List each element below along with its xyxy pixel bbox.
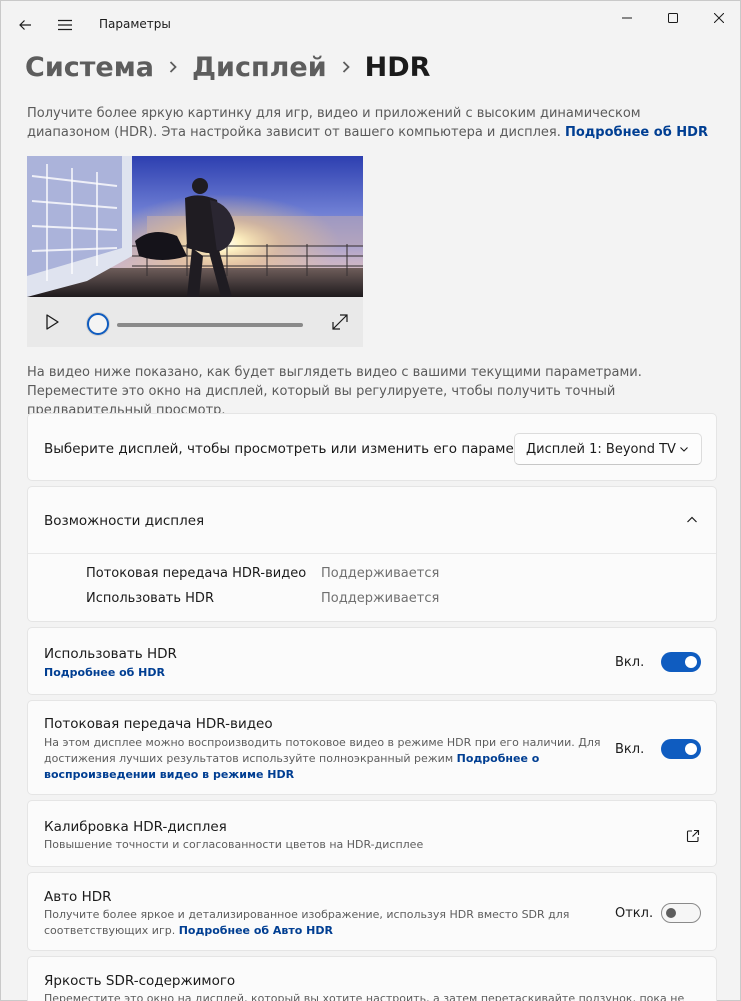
preview-note: На видео ниже показано, как будет выгляд…	[27, 365, 642, 418]
fullscreen-button[interactable]	[329, 311, 351, 333]
auto-hdr-card: Авто HDR Получите более яркое и детализи…	[27, 872, 717, 951]
display-capabilities-card: Возможности дисплея Потоковая передача H…	[27, 486, 717, 622]
seek-track[interactable]	[117, 323, 303, 327]
hamburger-icon	[58, 19, 72, 31]
capability-label: Использовать HDR	[86, 591, 214, 606]
play-button[interactable]	[41, 311, 63, 333]
play-icon	[46, 314, 59, 330]
app-title: Параметры	[99, 17, 171, 31]
capability-label: Потоковая передача HDR-видео	[86, 566, 307, 581]
sdr-brightness-card: Яркость SDR-содержимого Переместите это …	[27, 956, 717, 1001]
chevron-right-icon	[154, 60, 192, 74]
auto-hdr-learn-more-link[interactable]: Подробнее об Авто HDR	[179, 924, 333, 937]
toggle-knob	[666, 908, 676, 918]
toggle-knob	[685, 656, 697, 668]
use-hdr-state: Вкл.	[615, 655, 645, 670]
hdr-calibration-card[interactable]: Калибровка HDR-дисплея Повышение точност…	[27, 800, 717, 867]
divider	[28, 553, 716, 554]
close-button[interactable]	[697, 3, 741, 33]
use-hdr-card: Использовать HDR Подробнее об HDR Вкл.	[27, 627, 717, 695]
minimize-icon	[622, 17, 632, 19]
hdr-streaming-toggle[interactable]	[661, 739, 701, 759]
open-external-icon[interactable]	[685, 828, 701, 844]
arrow-left-icon	[19, 20, 31, 30]
use-hdr-learn-more-link[interactable]: Подробнее об HDR	[44, 665, 165, 681]
chevron-down-icon	[680, 447, 688, 452]
capability-value: Поддерживается	[321, 591, 440, 606]
hdr-streaming-description: На этом дисплее можно воспроизводить пот…	[44, 735, 604, 783]
auto-hdr-state: Откл.	[615, 906, 654, 921]
auto-hdr-toggle[interactable]	[661, 903, 701, 923]
use-hdr-toggle[interactable]	[661, 652, 701, 672]
maximize-icon	[668, 13, 678, 23]
hdr-calibration-description: Повышение точности и согласованности цве…	[44, 838, 424, 851]
breadcrumb-item-system[interactable]: Система	[25, 52, 154, 83]
chevron-right-icon	[327, 60, 365, 74]
expand-icon	[332, 314, 348, 330]
video-player-controls	[27, 297, 363, 347]
hdr-streaming-card: Потоковая передача HDR-видео На этом дис…	[27, 700, 717, 795]
breadcrumb-item-display[interactable]: Дисплей	[192, 52, 327, 83]
auto-hdr-title: Авто HDR	[44, 889, 112, 905]
auto-hdr-description: Получите более яркое и детализированное …	[44, 907, 584, 939]
maximize-button[interactable]	[651, 3, 695, 33]
toggle-knob	[685, 743, 697, 755]
navigation-menu-button[interactable]	[51, 11, 79, 39]
hdr-streaming-title: Потоковая передача HDR-видео	[44, 716, 273, 732]
back-button[interactable]	[11, 11, 39, 39]
seek-slider-thumb[interactable]	[87, 313, 109, 335]
display-dropdown-value: Дисплей 1: Beyond TV	[526, 441, 676, 457]
display-dropdown[interactable]: Дисплей 1: Beyond TV	[514, 433, 702, 465]
display-select-label: Выберите дисплей, чтобы просмотреть или …	[44, 441, 541, 457]
page-title: HDR	[364, 51, 431, 83]
intro-description: Получите более яркую картинку для игр, в…	[27, 106, 641, 140]
hdr-preview-video	[27, 156, 363, 297]
hdr-calibration-title: Калибровка HDR-дисплея	[44, 819, 227, 835]
sdr-brightness-description: Переместите это окно на дисплей, который…	[44, 992, 685, 1001]
hdr-streaming-state: Вкл.	[615, 742, 645, 757]
minimize-button[interactable]	[605, 3, 649, 33]
capabilities-title: Возможности дисплея	[44, 513, 205, 529]
capability-value: Поддерживается	[321, 566, 440, 581]
learn-more-hdr-link[interactable]: Подробнее об HDR	[565, 125, 708, 140]
display-select-card: Выберите дисплей, чтобы просмотреть или …	[27, 413, 717, 481]
chevron-up-icon[interactable]	[686, 515, 698, 525]
breadcrumb: Система Дисплей HDR	[25, 47, 430, 87]
sdr-brightness-title: Яркость SDR-содержимого	[44, 973, 236, 989]
title-bar: Параметры	[1, 1, 741, 41]
close-icon	[714, 13, 724, 23]
intro-text: Получите более яркую картинку для игр, в…	[27, 104, 717, 142]
use-hdr-title: Использовать HDR	[44, 646, 177, 662]
